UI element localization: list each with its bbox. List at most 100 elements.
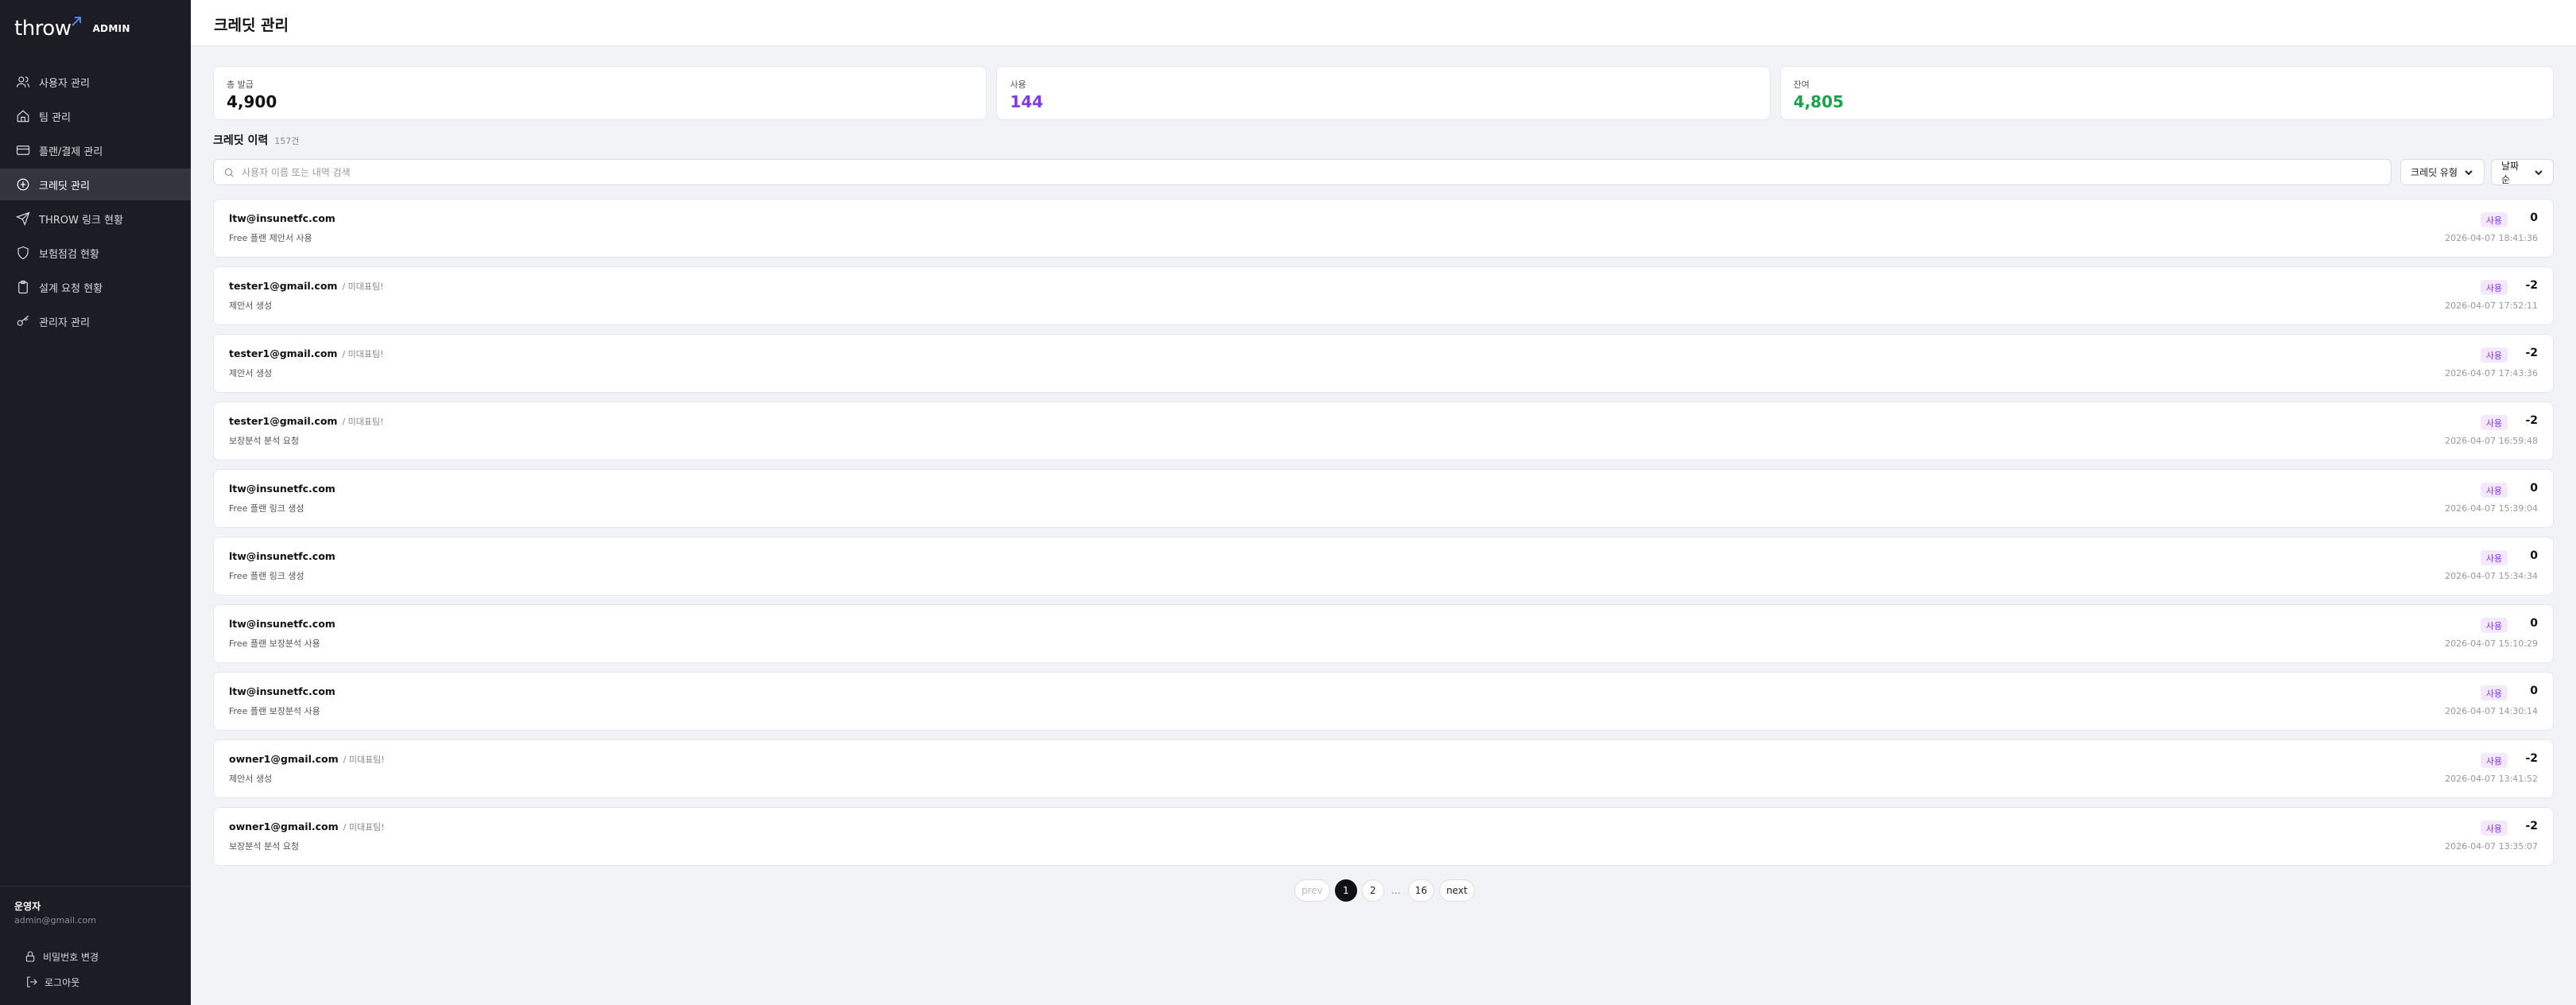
row-description: Free 플랜 링크 생성	[229, 503, 305, 514]
list-item[interactable]: ltw@insunetfc.com Free 플랜 보장분석 사용 사용 0 2…	[213, 604, 2554, 663]
row-timestamp: 2026-04-07 17:43:36	[2445, 368, 2538, 378]
status-badge: 사용	[2480, 550, 2508, 565]
sidebar-item-credits[interactable]: 크레딧 관리	[0, 169, 191, 200]
stat-label: 잔여	[1793, 80, 1810, 90]
sort-label: 날짜순	[2501, 160, 2520, 185]
row-email: ltw@insunetfc.com	[229, 550, 336, 562]
search-input[interactable]	[242, 166, 2309, 178]
change-password-button[interactable]: 비밀번호 변경	[24, 949, 99, 964]
list-item[interactable]: ltw@insunetfc.com Free 플랜 링크 생성 사용 0 202…	[213, 537, 2554, 596]
credit-card-icon	[16, 143, 30, 157]
sort-select[interactable]: 날짜순	[2491, 159, 2554, 185]
row-team: / 미대표팀!	[342, 281, 384, 292]
credit-type-label: 크레딧 유형	[2411, 167, 2458, 178]
row-team: / 미대표팀!	[343, 755, 385, 765]
logout-button[interactable]: 로그아웃	[25, 974, 80, 990]
credit-history-list: ltw@insunetfc.com Free 플랜 제안서 사용 사용 0 20…	[213, 199, 2554, 875]
row-description: Free 플랜 보장분석 사용	[229, 706, 320, 716]
send-icon	[16, 211, 30, 226]
brand[interactable]: throw ADMIN	[14, 14, 130, 43]
list-item[interactable]: owner1@gmail.com / 미대표팀! 제안서 생성 사용 -2 202…	[213, 739, 2554, 798]
list-item[interactable]: owner1@gmail.com / 미대표팀! 보장분석 분석 요청 사용 -2…	[213, 807, 2554, 866]
row-description: Free 플랜 링크 생성	[229, 571, 305, 581]
stat-label: 사용	[1010, 80, 1026, 90]
stats-row: 총 발급 4,900 사용 144 잔여 4,805	[213, 66, 2554, 120]
list-item[interactable]: tester1@gmail.com / 미대표팀! 보장분석 분석 요청 사용 -…	[213, 402, 2554, 460]
row-timestamp: 2026-04-07 15:34:34	[2445, 571, 2538, 581]
row-email: owner1@gmail.com	[229, 821, 339, 832]
page-header: 크레딧 관리	[191, 0, 2576, 46]
row-email-line: owner1@gmail.com / 미대표팀!	[229, 753, 385, 766]
row-timestamp: 2026-04-07 17:52:11	[2445, 301, 2538, 311]
users-icon	[16, 75, 30, 89]
row-amount: 0	[2530, 482, 2538, 495]
chevron-down-icon	[2465, 169, 2473, 175]
row-email: owner1@gmail.com	[229, 753, 339, 765]
status-badge: 사용	[2480, 415, 2508, 430]
stat-label: 총 발급	[227, 80, 254, 90]
list-item[interactable]: tester1@gmail.com / 미대표팀! 제안서 생성 사용 -2 20…	[213, 334, 2554, 393]
stat-value: 144	[1010, 92, 1044, 111]
sidebar-item-label: 크레딧 관리	[39, 180, 90, 192]
row-timestamp: 2026-04-07 13:41:52	[2445, 774, 2538, 784]
status-badge: 사용	[2480, 821, 2508, 836]
row-email-line: owner1@gmail.com / 미대표팀!	[229, 821, 385, 833]
credit-type-select[interactable]: 크레딧 유형	[2400, 159, 2485, 185]
sidebar: throw ADMIN 사용자 관리 팀 관리 플랜/결제 관리 크레딧 관리 …	[0, 0, 191, 1005]
page-button-1[interactable]: 1	[1334, 879, 1357, 902]
search-box[interactable]	[213, 159, 2392, 185]
row-email: tester1@gmail.com	[229, 280, 338, 292]
status-badge: 사용	[2480, 483, 2508, 498]
history-header: 크레딧 이력 157건	[213, 132, 299, 148]
sidebar-nav: 사용자 관리 팀 관리 플랜/결제 관리 크레딧 관리 THROW 링크 현황 …	[0, 66, 191, 340]
row-email-line: ltw@insunetfc.com	[229, 483, 340, 495]
row-timestamp: 2026-04-07 15:39:04	[2445, 503, 2538, 514]
list-item[interactable]: ltw@insunetfc.com Free 플랜 제안서 사용 사용 0 20…	[213, 199, 2554, 258]
sidebar-item-design-requests[interactable]: 설계 요청 현황	[0, 271, 191, 303]
sidebar-item-insurance-check[interactable]: 보험점검 현황	[0, 237, 191, 269]
sidebar-item-label: THROW 링크 현황	[39, 214, 123, 227]
status-badge: 사용	[2480, 347, 2508, 363]
page-button-2[interactable]: 2	[1361, 879, 1384, 902]
sidebar-item-users[interactable]: 사용자 관리	[0, 66, 191, 98]
row-email: tester1@gmail.com	[229, 415, 338, 427]
row-description: 보장분석 분석 요청	[229, 436, 299, 446]
status-badge: 사용	[2480, 753, 2508, 768]
page-button-16[interactable]: 16	[1407, 879, 1435, 902]
row-email: ltw@insunetfc.com	[229, 685, 336, 697]
sidebar-item-plans[interactable]: 플랜/결제 관리	[0, 134, 191, 166]
history-count: 157건	[274, 136, 300, 146]
row-timestamp: 2026-04-07 14:30:14	[2445, 706, 2538, 716]
lock-icon	[25, 951, 35, 962]
row-email-line: ltw@insunetfc.com	[229, 212, 340, 224]
chevron-down-icon	[2535, 169, 2543, 175]
sidebar-item-label: 플랜/결제 관리	[39, 146, 103, 158]
user-role: 운영자	[14, 901, 41, 912]
next-page-button[interactable]: next	[1439, 879, 1475, 902]
row-email-line: ltw@insunetfc.com	[229, 685, 340, 697]
row-description: Free 플랜 보장분석 사용	[229, 638, 320, 649]
sidebar-item-teams[interactable]: 팀 관리	[0, 100, 191, 132]
logo: throw	[14, 17, 72, 41]
row-amount: 0	[2530, 211, 2538, 224]
sidebar-item-admins[interactable]: 관리자 관리	[0, 305, 191, 337]
list-item[interactable]: tester1@gmail.com / 미대표팀! 제안서 생성 사용 -2 20…	[213, 266, 2554, 325]
status-badge: 사용	[2480, 685, 2508, 700]
row-amount: -2	[2525, 347, 2538, 359]
row-amount: 0	[2530, 549, 2538, 562]
logo-arrow-icon	[72, 14, 82, 29]
list-item[interactable]: ltw@insunetfc.com Free 플랜 링크 생성 사용 0 202…	[213, 469, 2554, 528]
row-email-line: tester1@gmail.com / 미대표팀!	[229, 347, 384, 360]
row-timestamp: 2026-04-07 15:10:29	[2445, 638, 2538, 649]
row-team: / 미대표팀!	[342, 417, 384, 427]
prev-page-button[interactable]: prev	[1294, 879, 1330, 902]
list-item[interactable]: ltw@insunetfc.com Free 플랜 보장분석 사용 사용 0 2…	[213, 672, 2554, 731]
shield-icon	[16, 246, 30, 260]
stat-card-used: 사용 144	[996, 66, 1771, 120]
row-email-line: tester1@gmail.com / 미대표팀!	[229, 415, 384, 428]
user-email: admin@gmail.com	[14, 915, 97, 925]
row-description: 제안서 생성	[229, 301, 273, 311]
row-description: 제안서 생성	[229, 368, 273, 378]
stat-value: 4,900	[227, 92, 277, 111]
sidebar-item-throw-links[interactable]: THROW 링크 현황	[0, 203, 191, 235]
